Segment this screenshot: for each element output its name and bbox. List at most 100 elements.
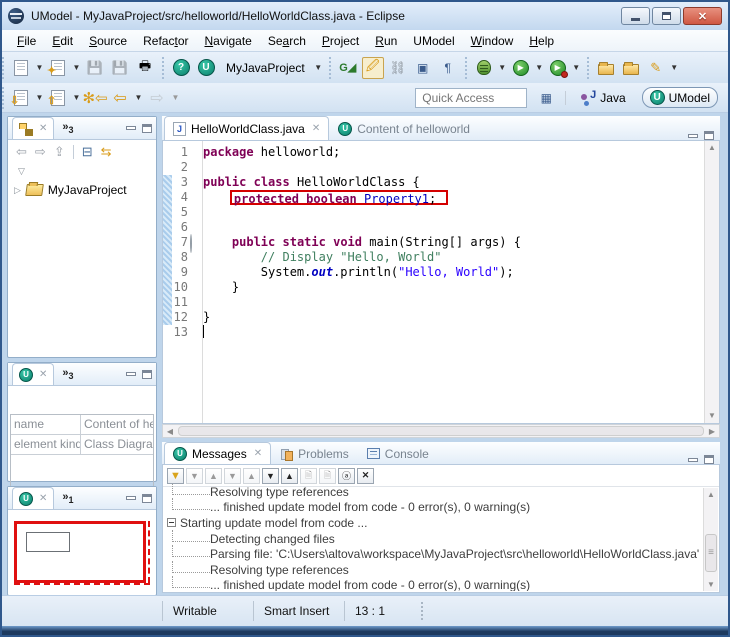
code-line[interactable]: System.out.println("Hello, World");	[203, 265, 704, 280]
editor-vertical-scrollbar[interactable]: ▲ ▼	[704, 141, 719, 423]
new-project-button[interactable]: ✦	[47, 57, 69, 79]
code-editor[interactable]: 12345678910111213 package helloworld;pub…	[162, 141, 720, 424]
menu-edit[interactable]: Edit	[45, 32, 80, 50]
more-tabs-indicator[interactable]: »3	[62, 121, 73, 135]
umodel-help-button[interactable]: ?	[170, 57, 192, 79]
minimize-console-button[interactable]	[688, 458, 698, 462]
menu-umodel[interactable]: UModel	[406, 32, 461, 50]
expander-icon[interactable]: ▷	[14, 185, 21, 196]
scroll-up-arrow[interactable]: ▲	[704, 488, 718, 501]
maximize-view-button[interactable]	[142, 124, 152, 133]
prev-step-button[interactable]: ▲	[281, 468, 298, 484]
scroll-left-arrow[interactable]: ◀	[163, 427, 177, 436]
code-area[interactable]: package helloworld;public class HelloWor…	[203, 141, 704, 423]
generate-code-button[interactable]: G◢	[337, 57, 359, 79]
show-whitespace-button[interactable]: ¶	[437, 57, 459, 79]
debug-dropdown[interactable]: ▼	[498, 63, 507, 72]
close-icon[interactable]: ✕	[312, 123, 320, 134]
property-row[interactable]: name Content of helloworld	[11, 415, 153, 435]
diagram-overview[interactable]	[12, 517, 152, 591]
more-tabs-indicator[interactable]: »1	[62, 491, 73, 505]
maximize-view-button[interactable]	[142, 494, 152, 503]
code-line[interactable]: protected boolean Property1;	[203, 190, 704, 205]
project-combo-dropdown[interactable]: ▼	[314, 63, 323, 72]
external-tools-dropdown[interactable]: ▼	[572, 63, 581, 72]
properties-tab[interactable]: U ✕	[12, 363, 54, 385]
new-wizard-button[interactable]	[10, 57, 32, 79]
code-line[interactable]: public static void main(String[] args) {	[203, 235, 704, 250]
code-line[interactable]: }	[203, 280, 704, 295]
messages-vertical-scrollbar[interactable]: ▲ ▼	[703, 488, 718, 591]
run-dropdown[interactable]: ▼	[535, 63, 544, 72]
export-dropdown[interactable]: ▼	[72, 93, 81, 102]
scrollbar-thumb[interactable]	[705, 534, 717, 572]
open-resource-button[interactable]	[620, 57, 642, 79]
minimize-view-button[interactable]	[126, 372, 136, 376]
close-icon[interactable]: ✕	[39, 123, 47, 134]
tab-content-of-helloworld[interactable]: U Content of helloworld	[329, 116, 479, 140]
close-icon[interactable]: ✕	[254, 448, 262, 459]
search-dropdown[interactable]: ▼	[670, 63, 679, 72]
close-button[interactable]: ✕	[683, 7, 722, 25]
scroll-right-arrow[interactable]: ▶	[705, 427, 719, 436]
run-button[interactable]: ▶	[510, 57, 532, 79]
menu-run[interactable]: Run	[368, 32, 404, 50]
open-type-button[interactable]	[595, 57, 617, 79]
code-line[interactable]	[203, 220, 704, 235]
umodel-perspective-button[interactable]: U UModel	[642, 87, 718, 108]
minimize-button[interactable]	[621, 7, 650, 25]
new-project-dropdown[interactable]: ▼	[72, 63, 81, 72]
model-tree-tab[interactable]: ✕	[12, 117, 54, 139]
menu-navigate[interactable]: Navigate	[197, 32, 258, 50]
tree-item-myjavaproject[interactable]: ▷ MyJavaProject	[8, 179, 156, 201]
more-tabs-indicator[interactable]: »3	[62, 367, 73, 381]
message-row[interactable]: Resolving type references	[164, 484, 703, 500]
project-combo[interactable]: MyJavaProject	[220, 61, 311, 75]
link-with-editor-icon[interactable]: ⇆	[101, 144, 112, 160]
minimize-editor-button[interactable]	[688, 134, 698, 138]
property-row[interactable]: element kind Class Diagram	[11, 435, 153, 455]
message-row[interactable]: ... finished update model from code - 0 …	[164, 500, 703, 516]
tab-messages[interactable]: U Messages ✕	[164, 442, 271, 464]
message-row[interactable]: Starting update model from code ...	[164, 515, 703, 531]
save-log-button[interactable]: ⓐ	[338, 468, 355, 484]
collapse-icon[interactable]	[167, 518, 176, 527]
menu-source[interactable]: Source	[82, 32, 134, 50]
show-source-button[interactable]: ▣	[412, 57, 434, 79]
scroll-down-arrow[interactable]: ▼	[705, 409, 719, 423]
maximize-button[interactable]	[652, 7, 681, 25]
tab-problems[interactable]: Problems	[271, 442, 358, 464]
open-perspective-button[interactable]: ▦	[535, 87, 557, 109]
minimize-view-button[interactable]	[126, 126, 136, 130]
close-icon[interactable]: ✕	[39, 369, 47, 380]
message-row[interactable]: Parsing file: 'C:\Users\altova\workspace…	[164, 546, 703, 562]
export-button[interactable]: ⇧	[47, 87, 69, 109]
code-line[interactable]	[203, 325, 704, 340]
message-row[interactable]: ... finished update model from code - 0 …	[164, 578, 703, 591]
overview-tab[interactable]: U ✕	[12, 487, 54, 509]
scrollbar-thumb[interactable]	[178, 426, 704, 436]
messages-list[interactable]: Resolving type references... finished up…	[164, 484, 703, 591]
code-line[interactable]	[203, 295, 704, 310]
search-button[interactable]: ✎	[645, 57, 667, 79]
code-line[interactable]: public class HelloWorldClass {	[203, 175, 704, 190]
overview-viewport[interactable]	[14, 521, 146, 583]
code-line[interactable]	[203, 160, 704, 175]
maximize-editor-button[interactable]	[704, 131, 714, 140]
collapse-all-icon[interactable]: ⊟	[82, 144, 93, 160]
close-icon[interactable]: ✕	[39, 493, 47, 504]
last-edit-location-button[interactable]: ✻⇦	[84, 87, 106, 109]
tab-helloworldclass-java[interactable]: J HelloWorldClass.java ✕	[164, 116, 329, 140]
next-step-button[interactable]: ▼	[262, 468, 279, 484]
code-line[interactable]: // Display "Hello, World"	[203, 250, 704, 265]
quick-access-input[interactable]	[415, 88, 527, 108]
scroll-down-arrow[interactable]: ▼	[704, 578, 718, 591]
view-menu-chevron[interactable]: ▽	[8, 164, 156, 179]
back-button[interactable]: ⇦	[109, 87, 131, 109]
external-tools-button[interactable]: ▶	[547, 57, 569, 79]
filter-button[interactable]: ▼	[167, 468, 184, 484]
print-button[interactable]: 🖶	[134, 57, 156, 79]
fold-collapse-icon[interactable]	[190, 235, 201, 250]
minimize-view-button[interactable]	[126, 496, 136, 500]
menu-file[interactable]: File	[10, 32, 43, 50]
